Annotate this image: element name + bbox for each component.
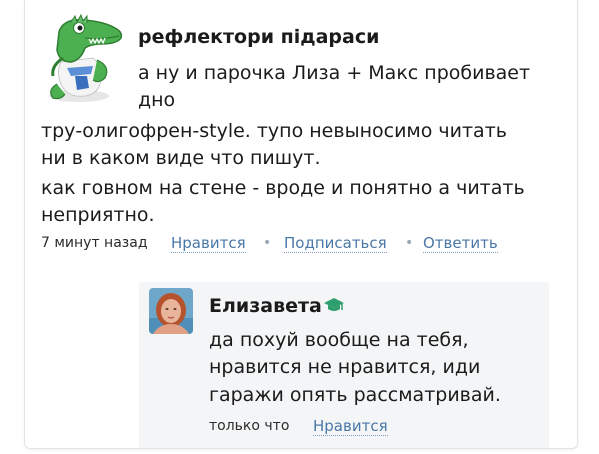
reply-text-line: нравится не нравится, иди: [209, 356, 481, 378]
comment-author[interactable]: рефлектори підараси: [138, 26, 379, 48]
user-photo-avatar[interactable]: [149, 288, 193, 334]
comment-text-line: неприятно.: [41, 204, 155, 226]
comment-timestamp: 7 минут назад: [41, 235, 148, 251]
comment-card: рефлектори підараси а ну и парочка Лиза …: [24, 0, 578, 449]
comment-text-line: как говном на стене - вроде и понятно а …: [41, 177, 525, 199]
comment-text-line: дно: [138, 89, 176, 111]
separator-dot: •: [405, 235, 414, 251]
comment-text-line: а ну и парочка Лиза + Макс пробивает: [138, 62, 531, 84]
reply-comment: Елизавета да похуй вообще на тебя, нрави…: [139, 282, 549, 448]
separator-dot: •: [263, 235, 272, 251]
crocodile-avatar-icon[interactable]: [41, 14, 127, 104]
graduation-cap-icon: [323, 298, 344, 311]
reply-like-button[interactable]: Нравится: [313, 417, 388, 436]
comment-text-line: тру-олигофрен-style. тупо невыносимо чит…: [41, 120, 507, 142]
reply-author[interactable]: Елизавета: [209, 295, 345, 317]
reply-text-line: да похуй вообще на тебя,: [209, 329, 469, 351]
like-button[interactable]: Нравится: [171, 234, 246, 253]
reply-button[interactable]: Ответить: [423, 234, 498, 253]
subscribe-button[interactable]: Подписаться: [284, 234, 387, 253]
reply-text-line: гаражи опять рассматривай.: [209, 384, 501, 406]
comment-text-line: ни в каком виде что пишут.: [41, 147, 321, 169]
reply-timestamp: только что: [209, 418, 290, 434]
